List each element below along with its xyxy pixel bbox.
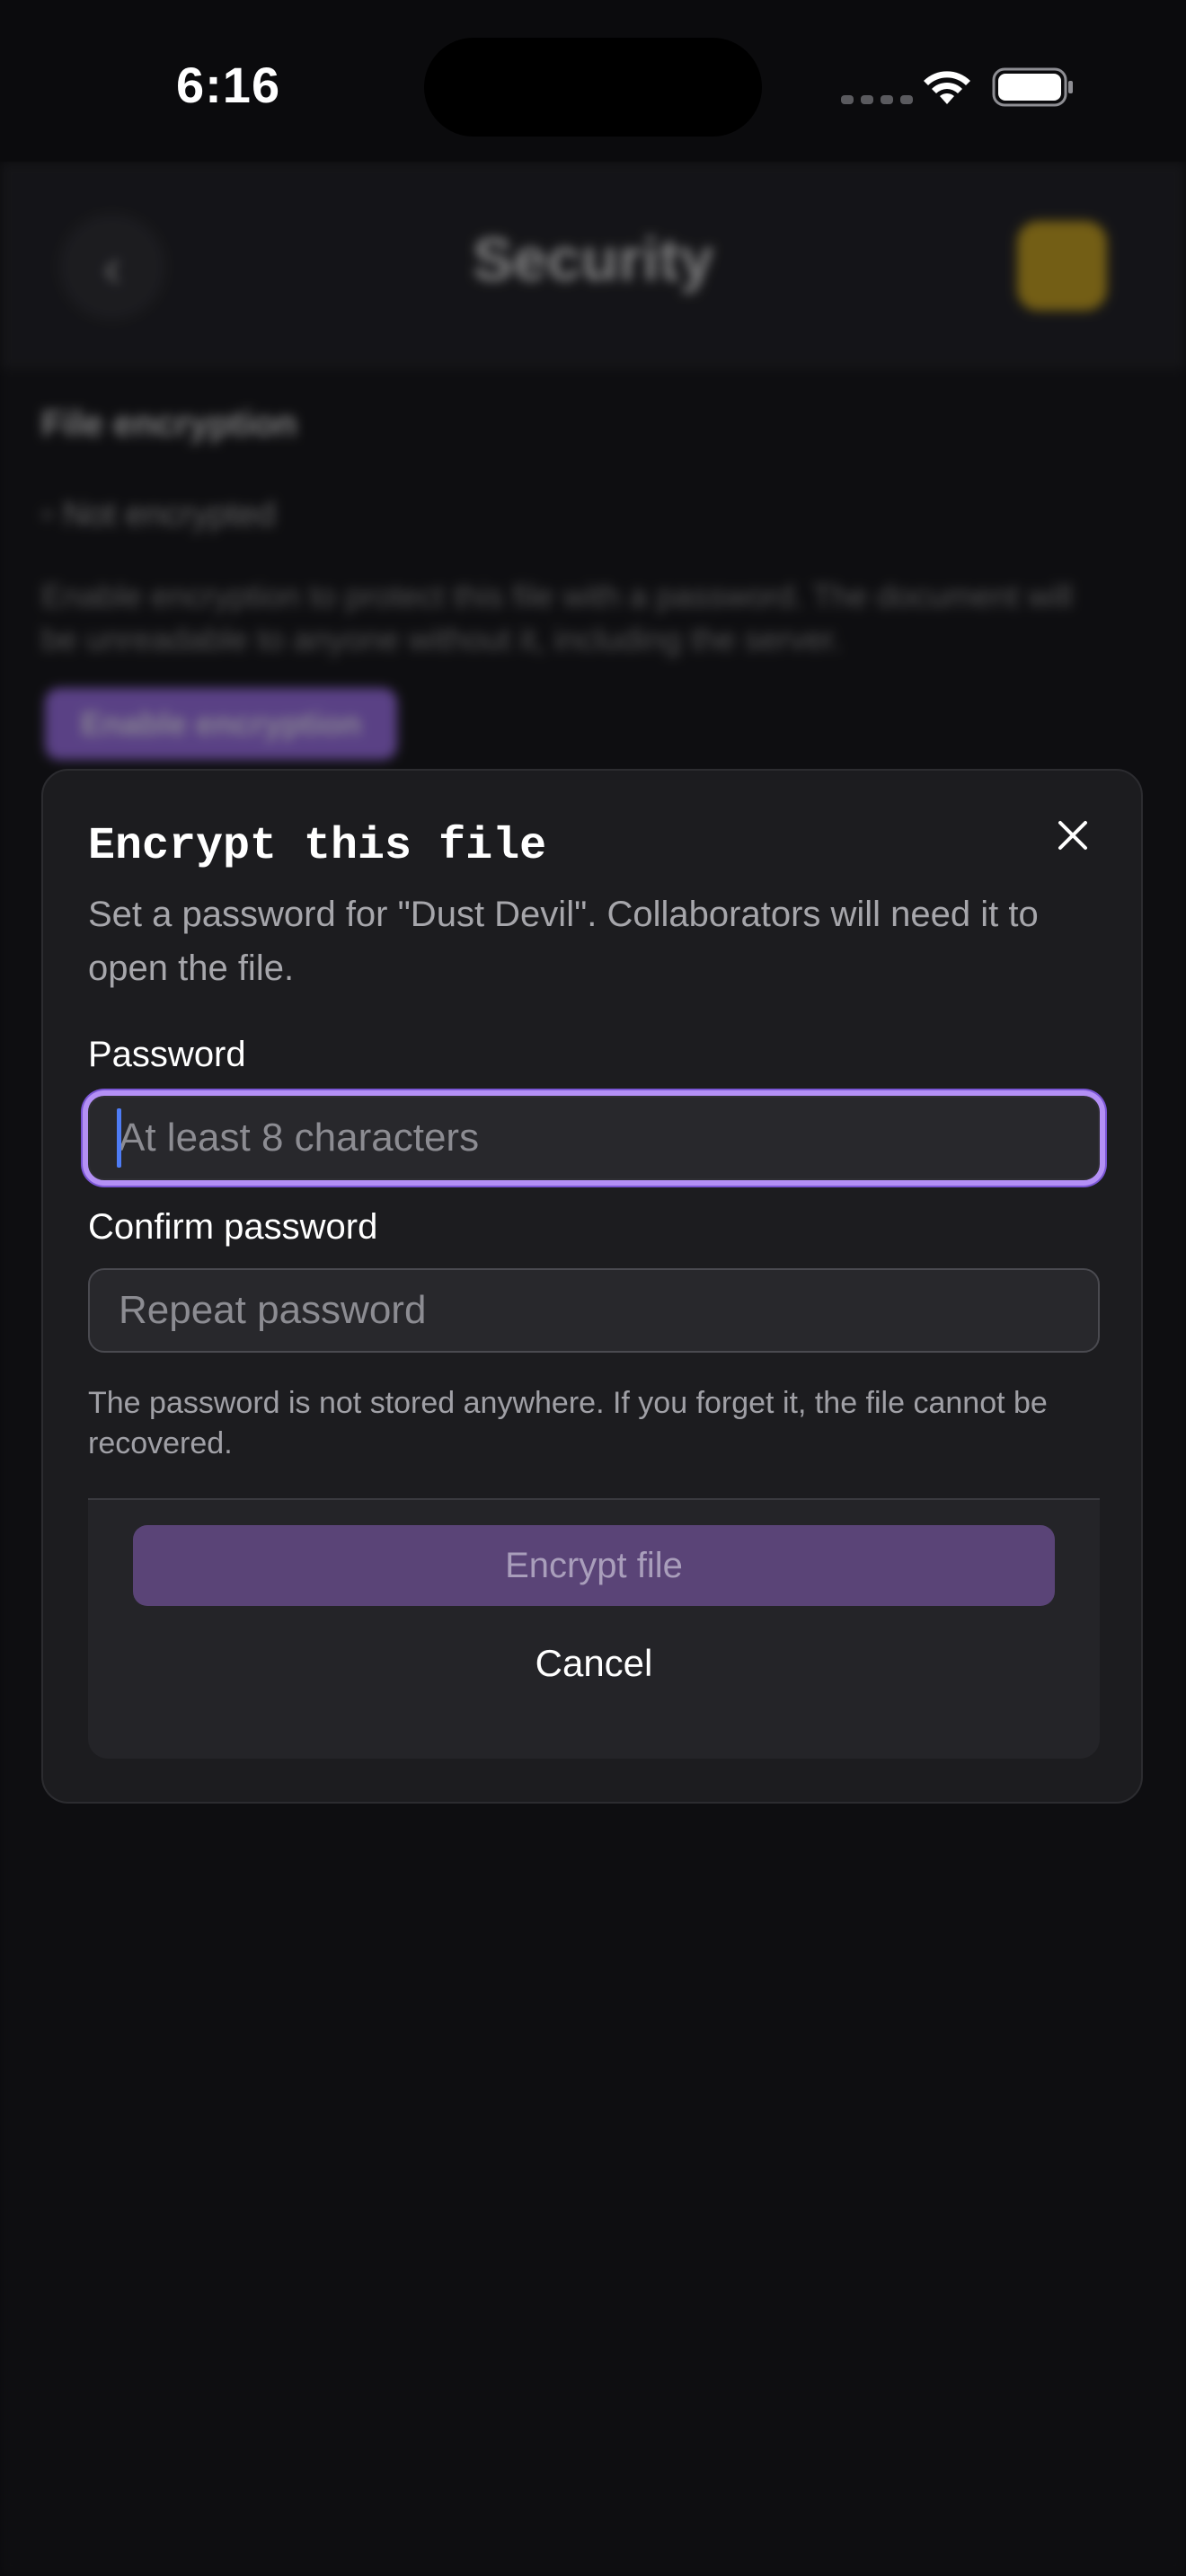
status-time: 6:16 [176,57,281,113]
background-encryption-status: ▫ Not encrypted [41,496,276,534]
background-header: ‹ Security [0,162,1186,368]
password-hint: The password is not stored anywhere. If … [88,1386,1048,1460]
password-label: Password [88,1035,246,1074]
status-bar: 6:16 [0,0,1186,162]
cancel-button[interactable]: Cancel [133,1626,1055,1701]
dynamic-island [424,38,762,137]
background-page-title: Security [472,225,714,294]
battery-icon [992,67,1073,107]
encrypt-file-dialog: Encrypt this file Set a password for "Du… [41,769,1143,1804]
dialog-title: Encrypt this file [88,821,547,872]
background-section-title: File encryption [41,404,297,444]
text-caret [117,1108,121,1168]
encrypt-file-button[interactable]: Encrypt file [133,1525,1055,1606]
cellular-signal-icon [841,95,913,104]
password-input[interactable] [88,1096,1100,1180]
dialog-actions: Encrypt file Cancel [88,1498,1100,1759]
wifi-icon [924,71,970,104]
avatar [1017,221,1107,311]
close-icon [1058,821,1087,850]
dialog-subtitle: Set a password for "Dust Devil". Collabo… [88,895,1039,988]
close-button[interactable] [1046,808,1100,862]
confirm-password-label: Confirm password [88,1207,378,1247]
background-status-text: Not encrypted [63,496,276,534]
lock-open-icon: ▫ [41,496,64,534]
screen: ‹ Security File encryption ▫ Not encrypt… [0,0,1186,2576]
enable-encryption-button: Enable encryption [45,688,397,760]
background-description: Enable encryption to protect this file w… [41,578,1073,657]
confirm-password-input[interactable] [88,1268,1100,1353]
